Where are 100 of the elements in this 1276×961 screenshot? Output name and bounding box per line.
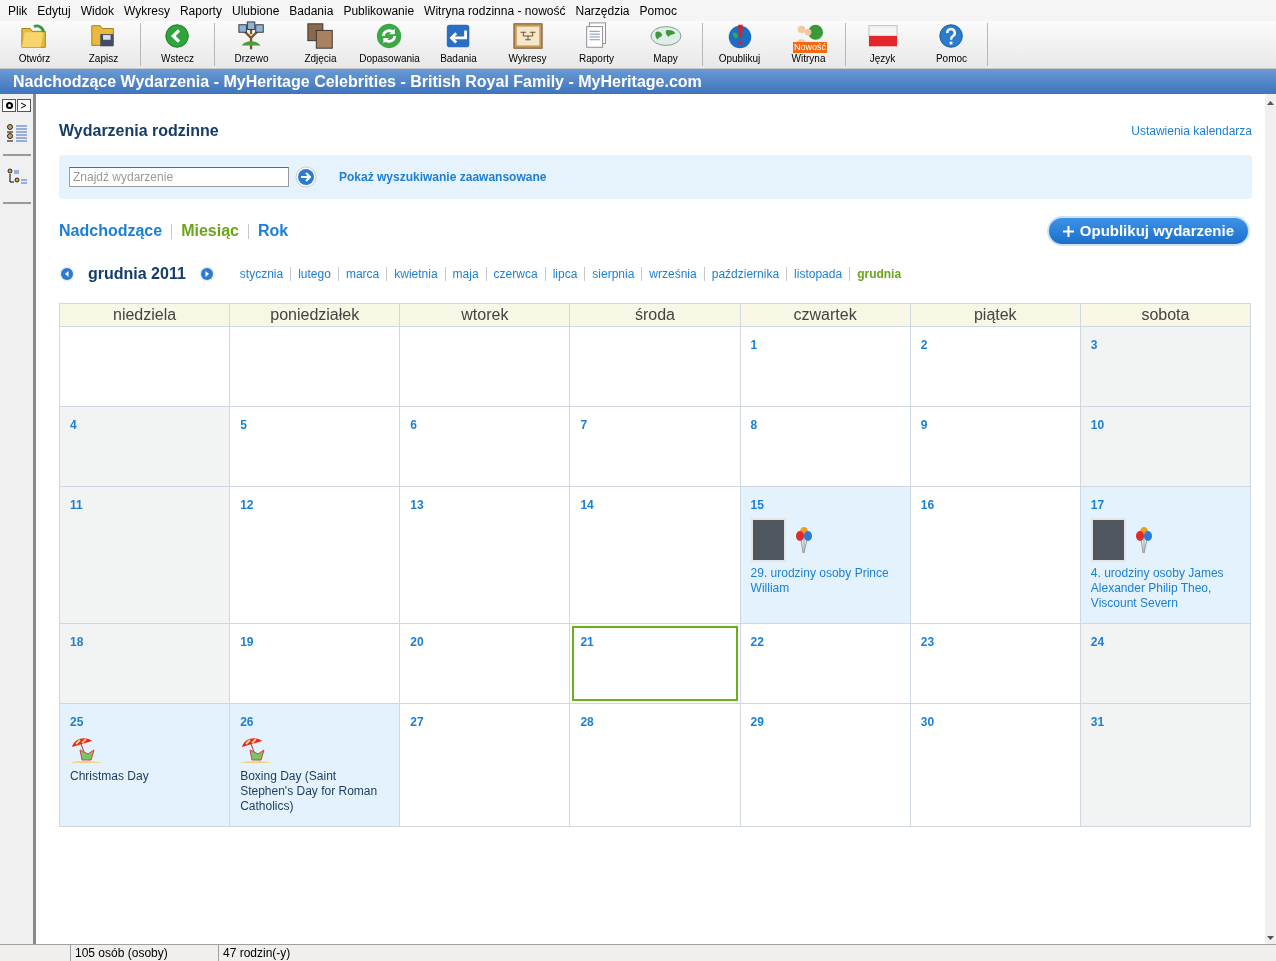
toolbar-button[interactable]: Mapy: [631, 21, 700, 68]
beach-umbrella-icon: [240, 735, 273, 765]
month-link[interactable]: lipca: [552, 265, 578, 283]
menu-item[interactable]: Narzędzia: [570, 1, 635, 20]
day-cell[interactable]: 10: [1080, 407, 1251, 487]
photo-placeholder[interactable]: [750, 518, 786, 562]
day-number: 9: [920, 417, 929, 434]
menu-item[interactable]: Witryna rodzinna - nowość: [419, 1, 571, 20]
event-link[interactable]: Boxing Day (Saint Stephen's Day for Roman Catholics): [240, 769, 390, 814]
toolbar-button[interactable]: Pomoc: [917, 21, 986, 68]
day-cell[interactable]: 13: [400, 487, 571, 624]
day-cell[interactable]: [230, 327, 401, 407]
day-cell[interactable]: 20: [400, 624, 571, 704]
day-cell[interactable]: 14: [570, 487, 741, 624]
day-cell[interactable]: 5: [230, 407, 401, 487]
day-cell[interactable]: 21: [570, 624, 741, 704]
event-link[interactable]: 4. urodziny osoby James Alexander Philip Theo, Viscount Severn: [1090, 566, 1240, 611]
month-link[interactable]: października: [711, 265, 780, 283]
view-tab[interactable]: Miesiąc: [181, 219, 239, 243]
day-cell[interactable]: 1: [740, 327, 911, 407]
radio-toggle-icon[interactable]: [2, 99, 16, 112]
page-heading: Wydarzenia rodzinne: [59, 121, 219, 141]
day-cell[interactable]: 25 Christmas Day: [60, 704, 231, 827]
toolbar-button[interactable]: Zapisz: [69, 21, 138, 68]
day-cell[interactable]: 16: [910, 487, 1081, 624]
day-cell[interactable]: 17 4. urodziny osoby James Alexander Philip Theo, Viscount Severn: [1080, 487, 1251, 624]
menu-item[interactable]: Badania: [284, 1, 339, 20]
month-link[interactable]: sierpnia: [592, 265, 635, 283]
event-link[interactable]: 29. urodziny osoby Prince William: [750, 566, 900, 596]
month-link[interactable]: lutego: [298, 265, 331, 283]
month-link[interactable]: września: [649, 265, 697, 283]
day-cell[interactable]: 8: [740, 407, 911, 487]
day-cell[interactable]: 11: [60, 487, 231, 624]
day-cell[interactable]: 18: [60, 624, 231, 704]
toolbar-button[interactable]: Opublikuj: [705, 21, 774, 68]
menu-item[interactable]: Plik: [3, 1, 33, 20]
day-number: 17: [1090, 497, 1106, 514]
day-number: 25: [70, 714, 85, 731]
day-cell[interactable]: 19: [230, 624, 401, 704]
family-tree-list-icon[interactable]: [5, 168, 28, 186]
menu-item[interactable]: Raporty: [174, 1, 227, 20]
menu-item[interactable]: Widok: [75, 1, 120, 20]
toolbar-button[interactable]: Nowość Witryna: [774, 21, 843, 68]
day-cell[interactable]: 12: [230, 487, 401, 624]
photo-placeholder[interactable]: [1090, 518, 1126, 562]
month-link[interactable]: maja: [452, 265, 479, 283]
next-month-icon[interactable]: [198, 266, 215, 282]
day-cell[interactable]: 6: [400, 407, 571, 487]
event-link[interactable]: Christmas Day: [70, 769, 220, 784]
day-cell[interactable]: 9: [910, 407, 1081, 487]
day-cell[interactable]: 23: [910, 624, 1081, 704]
view-tab[interactable]: Rok: [257, 219, 289, 243]
month-link[interactable]: marca: [345, 265, 380, 283]
month-link[interactable]: listopada: [794, 265, 843, 283]
month-link[interactable]: stycznia: [239, 265, 284, 283]
day-cell[interactable]: 7: [570, 407, 741, 487]
calendar-settings-link[interactable]: Ustawienia kalendarza: [1131, 122, 1252, 140]
toolbar-button[interactable]: Otwórz: [0, 21, 69, 68]
scroll-down-icon[interactable]: [1267, 936, 1274, 941]
day-cell[interactable]: 26 Boxing Day (Saint Stephen's Day for Roman Catholics): [230, 704, 401, 827]
scroll-up-icon[interactable]: [1267, 100, 1274, 105]
toolbar-button[interactable]: Drzewo: [217, 21, 286, 68]
toolbar-button[interactable]: Raporty: [562, 21, 631, 68]
day-cell[interactable]: 29: [740, 704, 911, 827]
month-link[interactable]: kwietnia: [394, 265, 438, 283]
toolbar-button[interactable]: Dopasowania: [355, 21, 424, 68]
day-cell[interactable]: 31: [1080, 704, 1251, 827]
day-cell[interactable]: 2: [910, 327, 1081, 407]
day-cell[interactable]: 30: [910, 704, 1081, 827]
toolbar-button[interactable]: Badania: [424, 21, 493, 68]
publish-event-button[interactable]: Opublikuj wydarzenie: [1046, 216, 1250, 246]
menu-item[interactable]: Edytuj: [32, 1, 76, 20]
day-cell[interactable]: 4: [60, 407, 231, 487]
search-field[interactable]: Znajdź wydarzenie: [69, 167, 289, 187]
day-cell[interactable]: 22: [740, 624, 911, 704]
month-link[interactable]: grudnia: [857, 265, 902, 283]
menu-item[interactable]: Wykresy: [119, 1, 175, 20]
day-cell[interactable]: 24: [1080, 624, 1251, 704]
weekday-header: wtorek: [400, 304, 571, 327]
people-list-icon[interactable]: [5, 124, 28, 142]
expand-icon[interactable]: [17, 99, 31, 112]
advanced-search-link[interactable]: Pokaż wyszukiwanie zaawansowane: [339, 168, 547, 186]
day-cell[interactable]: [570, 327, 741, 407]
toolbar-button[interactable]: Wykresy: [493, 21, 562, 68]
toolbar-button[interactable]: Wstecz: [143, 21, 212, 68]
arrow-right-icon[interactable]: [295, 166, 317, 188]
previous-month-icon[interactable]: [59, 266, 75, 282]
view-tab[interactable]: Nadchodzące: [59, 219, 163, 243]
menu-item[interactable]: Publikowanie: [338, 1, 420, 20]
day-cell[interactable]: 28: [570, 704, 741, 827]
day-cell[interactable]: 15 29. urodziny osoby Prince William: [740, 487, 911, 624]
day-cell[interactable]: 27: [400, 704, 571, 827]
month-link[interactable]: czerwca: [493, 265, 538, 283]
day-cell[interactable]: 3: [1080, 327, 1251, 407]
day-cell[interactable]: [60, 327, 231, 407]
menu-item[interactable]: Ulubione: [226, 1, 285, 20]
toolbar-button[interactable]: Zdjęcia: [286, 21, 355, 68]
menu-item[interactable]: Pomoc: [634, 1, 682, 20]
day-cell[interactable]: [400, 327, 571, 407]
toolbar-button[interactable]: Język: [848, 21, 917, 68]
